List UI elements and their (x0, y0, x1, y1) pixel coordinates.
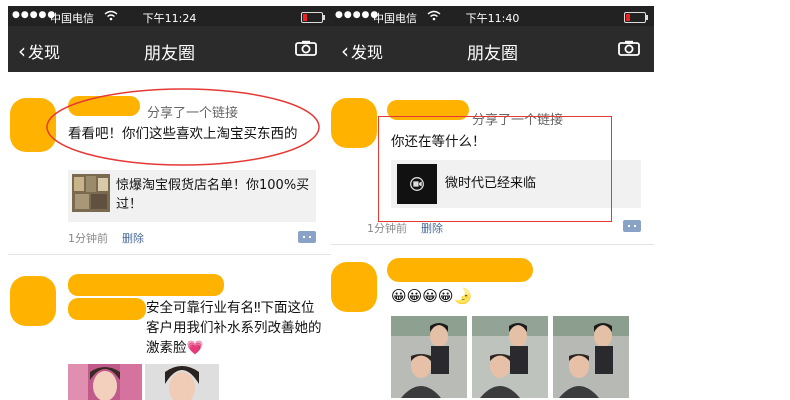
phone-screen-1: ●●●●● 中国电信 下午11:24 ‹ 发现 朋友圈 分享了一个链接 看看吧！你… (8, 0, 331, 400)
link-card[interactable]: 惊爆淘宝假货店名单！你100%买过！ (68, 170, 316, 222)
divider (8, 254, 331, 255)
post-photo[interactable] (391, 316, 467, 398)
annotation-ellipse (46, 88, 320, 166)
salon-photo (472, 316, 548, 398)
username-redacted (387, 258, 533, 282)
phone-screen-2: ●●●●● 中国电信 下午11:40 ‹ 发现 朋友圈 分享了一个链接 你还在等什… (331, 0, 654, 400)
post-photo[interactable] (472, 316, 548, 398)
clock: 下午11:24 (142, 12, 197, 25)
woman-photo (68, 364, 142, 400)
username-redacted (68, 274, 224, 296)
delete-link[interactable]: 删除 (122, 232, 144, 245)
post-photo[interactable] (68, 364, 142, 400)
divider (331, 244, 654, 245)
salon-photo (391, 316, 467, 398)
delete-link[interactable]: 删除 (421, 222, 443, 235)
post-time: 1分钟前 (367, 222, 407, 235)
camera-icon[interactable] (295, 40, 317, 56)
avatar-redacted (331, 98, 377, 148)
text-redacted (68, 298, 146, 320)
status-bar: ●●●●● 中国电信 下午11:40 (331, 6, 654, 26)
comment-icon[interactable] (298, 231, 316, 243)
avatar-redacted (10, 276, 56, 326)
post-meta: 1分钟前 删除 (68, 230, 144, 246)
status-bar: ●●●●● 中国电信 下午11:24 (8, 6, 331, 26)
clock: 下午11:40 (465, 12, 520, 25)
link-thumbnail (72, 174, 110, 212)
page-title: 朋友圈 (467, 44, 518, 64)
camera-icon[interactable] (618, 40, 640, 56)
comment-icon[interactable] (623, 220, 641, 232)
woman-photo (145, 364, 219, 400)
post-photo[interactable] (145, 364, 219, 400)
post-text: 安全可靠行业有名‼下面这位客户用我们补水系列改善她的激素脸💗 (68, 298, 324, 360)
post-meta: 1分钟前 删除 (367, 220, 443, 236)
avatar-redacted (331, 262, 377, 312)
post-photo[interactable] (553, 316, 629, 398)
nav-bar: ‹ 发现 朋友圈 (8, 26, 331, 72)
post-time: 1分钟前 (68, 232, 108, 245)
annotation-rectangle (378, 116, 612, 222)
link-title: 惊爆淘宝假货店名单！你100%买过！ (116, 178, 310, 212)
page-title: 朋友圈 (144, 44, 195, 64)
emoji-row: 😀😀😀😀🌛 (391, 287, 473, 305)
battery-icon (301, 12, 325, 23)
battery-icon (624, 12, 648, 23)
salon-photo (553, 316, 629, 398)
nav-bar: ‹ 发现 朋友圈 (331, 26, 654, 72)
